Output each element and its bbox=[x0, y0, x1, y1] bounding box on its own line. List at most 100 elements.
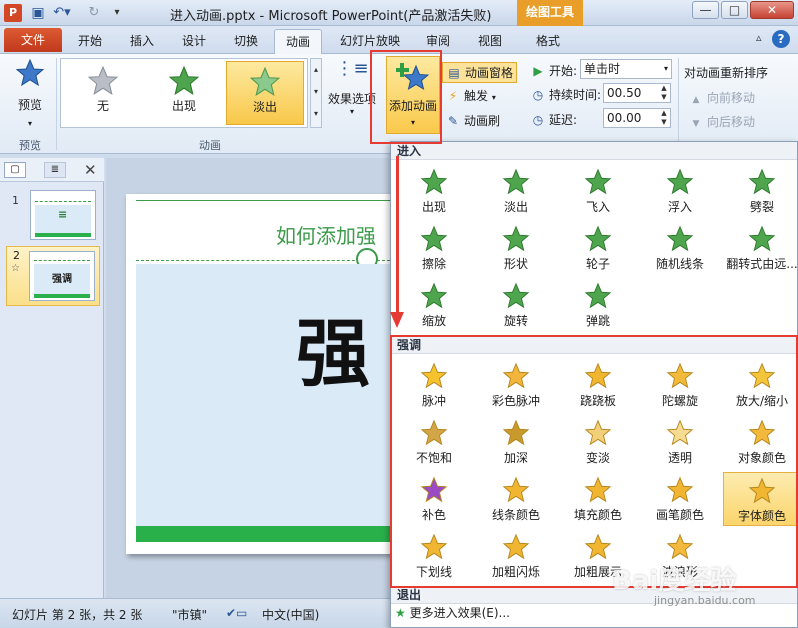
minimize-button[interactable]: — bbox=[692, 1, 719, 19]
tab-insert[interactable]: 插入 bbox=[122, 29, 162, 54]
spinner-icon[interactable]: ▲ ▼ bbox=[658, 109, 670, 127]
tab-design[interactable]: 设计 bbox=[174, 29, 214, 54]
tab-slides[interactable]: ▢ bbox=[4, 162, 26, 178]
effect-item[interactable]: 淡出 bbox=[477, 164, 555, 218]
gallery-scroll[interactable]: ▴ ▾ ▾ bbox=[310, 58, 322, 128]
slide-thumbnail-1[interactable]: ≡ bbox=[30, 190, 96, 240]
spell-check-icon[interactable]: ✔▭ bbox=[226, 606, 247, 620]
effect-item[interactable]: 轮子 bbox=[559, 221, 637, 275]
close-icon[interactable]: ✕ bbox=[84, 161, 97, 179]
redo-icon[interactable]: ↻ bbox=[84, 4, 104, 22]
effect-item[interactable]: 随机线条 bbox=[641, 221, 719, 275]
effect-item[interactable]: 字体颜色 bbox=[723, 472, 798, 526]
group-divider bbox=[56, 58, 57, 150]
undo-icon[interactable]: ↶▾ bbox=[52, 4, 72, 22]
slide-footer-bar bbox=[136, 526, 400, 542]
delay-stepper[interactable]: 00.00 ▲ ▼ bbox=[603, 108, 671, 128]
effect-label: 形状 bbox=[503, 257, 528, 271]
effect-item[interactable]: 下划线 bbox=[395, 529, 473, 583]
start-dropdown[interactable]: 单击时 ▾ bbox=[580, 59, 672, 79]
slide-thumbnail-2: 强调 bbox=[29, 251, 95, 301]
help-icon[interactable]: ? bbox=[772, 30, 790, 48]
effect-item[interactable]: 跷跷板 bbox=[559, 358, 637, 412]
maximize-button[interactable]: □ bbox=[721, 1, 748, 19]
gallery-item-fade[interactable]: 淡出 bbox=[226, 61, 304, 125]
effect-item[interactable]: 翻转式由远... bbox=[723, 221, 798, 275]
effect-label: 弹跳 bbox=[585, 314, 610, 328]
tab-format[interactable]: 格式 bbox=[528, 29, 568, 54]
effect-item[interactable]: 画笔颜色 bbox=[641, 472, 719, 526]
trigger-button[interactable]: ⚡ 触发 ▾ bbox=[445, 87, 496, 104]
animation-painter-button[interactable]: ✎ 动画刷 bbox=[445, 112, 500, 129]
group-divider bbox=[678, 58, 679, 150]
effect-star-icon bbox=[502, 225, 530, 252]
title-bar: P ▣ ↶▾ ↻ ▾ 进入动画.pptx - Microsoft PowerPo… bbox=[0, 0, 798, 26]
effect-item[interactable]: 浮入 bbox=[641, 164, 719, 218]
tab-transitions[interactable]: 切换 bbox=[226, 29, 266, 54]
effect-label: 彩色脉冲 bbox=[491, 394, 540, 408]
watermark-url: jingyan.baidu.com bbox=[654, 594, 756, 607]
slide-canvas: 如何添加强 强 bbox=[106, 158, 400, 598]
red-arrow-head-icon bbox=[390, 312, 404, 328]
play-icon: ▶ bbox=[533, 64, 543, 78]
effect-label: 飞入 bbox=[585, 200, 610, 214]
effect-item[interactable]: 出现 bbox=[395, 164, 473, 218]
tab-view[interactable]: 视图 bbox=[470, 29, 510, 54]
tab-home[interactable]: 开始 bbox=[70, 29, 110, 54]
close-button[interactable]: ✕ bbox=[750, 1, 794, 19]
move-earlier-button[interactable]: ▲ 向前移动 bbox=[688, 89, 755, 106]
effect-item[interactable]: 脉冲 bbox=[395, 358, 473, 412]
powerpoint-logo-icon[interactable]: P bbox=[4, 4, 22, 22]
reorder-title: 对动画重新排序 bbox=[684, 66, 769, 80]
effect-item[interactable]: 劈裂 bbox=[723, 164, 798, 218]
effect-item[interactable]: 弹跳 bbox=[559, 278, 637, 332]
effect-label: 翻转式由远... bbox=[726, 257, 798, 271]
effect-item[interactable]: 对象颜色 bbox=[723, 415, 798, 469]
effect-item[interactable]: 缩放 bbox=[395, 278, 473, 332]
preview-button[interactable]: 预览 ▾ bbox=[8, 58, 52, 132]
slide-thumbnail-2-selected[interactable]: 2 ☆ 强调 bbox=[6, 246, 100, 306]
effect-item[interactable]: 填充颜色 bbox=[559, 472, 637, 526]
slide-main-text[interactable]: 强 bbox=[296, 294, 370, 401]
gallery-item-none[interactable]: 无 bbox=[64, 61, 142, 125]
effect-star-icon bbox=[420, 362, 448, 389]
effect-star-icon bbox=[748, 419, 776, 446]
effect-item[interactable]: 透明 bbox=[641, 415, 719, 469]
slide-title[interactable]: 如何添加强 bbox=[276, 220, 376, 249]
effect-label: 补色 bbox=[421, 508, 446, 522]
effect-label: 劈裂 bbox=[749, 200, 774, 214]
effect-item[interactable]: 变淡 bbox=[559, 415, 637, 469]
effect-item[interactable]: 放大/缩小 bbox=[723, 358, 798, 412]
duration-stepper[interactable]: 00.50 ▲ ▼ bbox=[603, 83, 671, 103]
effect-item[interactable]: 线条颜色 bbox=[477, 472, 555, 526]
gallery-item-appear[interactable]: 出现 bbox=[145, 61, 223, 125]
effect-star-icon bbox=[420, 419, 448, 446]
effect-item[interactable]: 补色 bbox=[395, 472, 473, 526]
customize-toolbar-icon[interactable]: ▾ bbox=[110, 4, 124, 22]
tab-file[interactable]: 文件 bbox=[4, 28, 62, 52]
effect-item[interactable]: 加深 bbox=[477, 415, 555, 469]
spinner-icon[interactable]: ▲ ▼ bbox=[658, 84, 670, 102]
more-entrance-effects[interactable]: ★ 更多进入效果(E)... bbox=[395, 604, 510, 621]
move-later-button[interactable]: ▼ 向后移动 bbox=[688, 113, 755, 130]
effect-label: 脉冲 bbox=[421, 394, 446, 408]
tab-outline[interactable]: ≣ bbox=[44, 162, 66, 178]
effect-item[interactable]: 擦除 bbox=[395, 221, 473, 275]
effect-item[interactable]: 彩色脉冲 bbox=[477, 358, 555, 412]
animation-pane-button[interactable]: ▤ 动画窗格 bbox=[442, 62, 518, 83]
effect-label: 擦除 bbox=[421, 257, 446, 271]
slide[interactable]: 如何添加强 强 bbox=[126, 194, 400, 554]
collapse-ribbon-icon[interactable]: ▵ bbox=[756, 31, 762, 44]
effect-item[interactable]: 旋转 bbox=[477, 278, 555, 332]
effect-item[interactable]: 加粗闪烁 bbox=[477, 529, 555, 583]
language-indicator[interactable]: 中文(中国) bbox=[262, 606, 319, 623]
save-icon[interactable]: ▣ bbox=[30, 4, 46, 22]
effect-label: 不饱和 bbox=[415, 451, 452, 465]
chevron-down-icon: ▾ bbox=[663, 64, 668, 73]
section-emphasis: 强调 bbox=[391, 336, 797, 354]
effect-item[interactable]: 形状 bbox=[477, 221, 555, 275]
tab-animations[interactable]: 动画 bbox=[274, 29, 322, 54]
effect-item[interactable]: 不饱和 bbox=[395, 415, 473, 469]
effect-item[interactable]: 飞入 bbox=[559, 164, 637, 218]
effect-item[interactable]: 陀螺旋 bbox=[641, 358, 719, 412]
